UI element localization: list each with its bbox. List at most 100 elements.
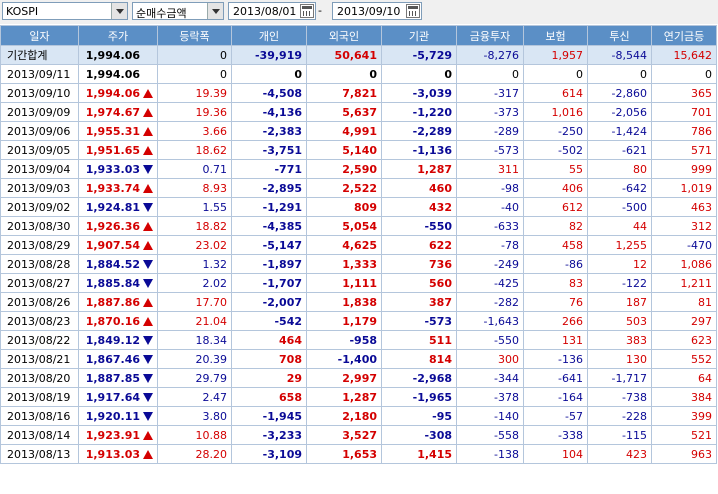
table-header-row: 일자 주가 등락폭 개인 외국인 기관 금융투자 보험 투신 연기금등 [0, 25, 717, 46]
table-row[interactable]: 2013/08/30 1,926.36 18.82 -4,385 5,054 -550 -6… [0, 216, 717, 236]
change-cell: 10.88 [157, 425, 232, 445]
column-header-foreign[interactable]: 외국인 [306, 25, 382, 46]
insur-cell: 55 [523, 159, 588, 179]
table-row[interactable]: 2013/09/04 1,933.03 0.71 -771 2,590 1,287 311 5… [0, 159, 717, 179]
up-triangle-icon [143, 221, 153, 231]
table-row[interactable]: 2013/08/14 1,923.91 10.88 -3,233 3,527 -308 -5… [0, 425, 717, 445]
insur-cell: 83 [523, 273, 588, 293]
price-value: 1,926.36 [85, 219, 140, 233]
table-row[interactable]: 2013/08/16 1,920.11 3.80 -1,945 2,180 -95 -140… [0, 406, 717, 426]
pension-cell: 365 [651, 83, 717, 103]
date-cell: 2013/08/20 [0, 368, 79, 388]
trust-cell: 0 [587, 64, 652, 84]
chevron-down-icon[interactable] [207, 3, 223, 19]
date-cell: 2013/08/23 [0, 311, 79, 331]
inst-cell: -1,220 [381, 102, 457, 122]
table-row[interactable]: 2013/08/27 1,885.84 2.02 -1,707 1,111 560 -425… [0, 273, 717, 293]
pension-cell: 1,211 [651, 273, 717, 293]
table-row[interactable]: 2013/09/02 1,924.81 1.55 -1,291 809 432 -40 612… [0, 197, 717, 217]
indiv-cell: -1,945 [231, 406, 307, 426]
end-date-value: 2013/09/10 [337, 5, 401, 18]
market-select[interactable]: KOSPI [2, 2, 128, 20]
foreign-cell: 2,180 [306, 406, 382, 426]
end-date-field[interactable]: 2013/09/10 [332, 2, 422, 20]
table-row[interactable]: 2013/08/19 1,917.64 2.47 658 1,287 -1,965 -378… [0, 387, 717, 407]
price-value: 1,885.84 [85, 276, 140, 290]
chevron-down-icon[interactable] [111, 3, 127, 19]
column-header-fininv[interactable]: 금융투자 [456, 25, 524, 46]
trust-cell: -738 [587, 387, 652, 407]
trust-cell: -2,860 [587, 83, 652, 103]
table-row[interactable]: 2013/08/22 1,849.12 18.34 464 -958 511 -550 131… [0, 330, 717, 350]
fininv-cell: -373 [456, 102, 524, 122]
price-cell: 1,907.54 [78, 235, 158, 255]
column-header-insur[interactable]: 보험 [523, 25, 588, 46]
column-header-pension[interactable]: 연기금등 [651, 25, 717, 46]
price-cell: 1,933.74 [78, 178, 158, 198]
table-row[interactable]: 2013/09/11 1,994.06 0 0 0 0 0 0 0 0 [0, 64, 717, 84]
insur-cell: 458 [523, 235, 588, 255]
price-value: 1,907.54 [85, 238, 140, 252]
indiv-cell: -5,147 [231, 235, 307, 255]
table-row[interactable]: 2013/09/10 1,994.06 19.39 -4,508 7,821 -3,039… [0, 83, 717, 103]
table-row[interactable]: 2013/09/09 1,974.67 19.36 -4,136 5,637 -1,220… [0, 102, 717, 122]
table-row[interactable]: 2013/08/26 1,887.86 17.70 -2,007 1,838 387 -28… [0, 292, 717, 312]
change-cell: 18.82 [157, 216, 232, 236]
date-cell: 2013/08/26 [0, 292, 79, 312]
foreign-cell: 1,111 [306, 273, 382, 293]
inst-cell: -1,965 [381, 387, 457, 407]
price-value: 1,887.85 [85, 371, 140, 385]
table-row[interactable]: 2013/08/13 1,913.03 28.20 -3,109 1,653 1,415-… [0, 444, 717, 464]
fininv-cell: -317 [456, 83, 524, 103]
table-row[interactable]: 2013/08/21 1,867.46 20.39 708 -1,400 814 300 -1… [0, 349, 717, 369]
summary-row[interactable]: 기간합계 1,994.06 0 -39,919 50,641 -5,729 -8,276 1,… [0, 45, 717, 65]
table-row[interactable]: 2013/09/05 1,951.65 18.62 -3,751 5,140 -1,136… [0, 140, 717, 160]
trust-cell: -500 [587, 197, 652, 217]
column-header-indiv[interactable]: 개인 [231, 25, 307, 46]
pension-cell: 701 [651, 102, 717, 122]
foreign-cell: 1,179 [306, 311, 382, 331]
price-cell: 1,884.52 [78, 254, 158, 274]
column-header-inst[interactable]: 기관 [381, 25, 457, 46]
price-value: 1,955.31 [85, 124, 140, 138]
inst-cell: 387 [381, 292, 457, 312]
price-value: 1,933.74 [85, 181, 140, 195]
fininv-cell: -40 [456, 197, 524, 217]
inst-cell: -308 [381, 425, 457, 445]
trust-cell: 44 [587, 216, 652, 236]
foreign-cell: 2,997 [306, 368, 382, 388]
table-row[interactable]: 2013/08/29 1,907.54 23.02 -5,147 4,625 622 -78… [0, 235, 717, 255]
fininv-cell: 300 [456, 349, 524, 369]
column-header-price[interactable]: 주가 [78, 25, 158, 46]
column-header-date[interactable]: 일자 [0, 25, 79, 46]
price-value: 1,849.12 [85, 333, 140, 347]
indiv-cell: -1,707 [231, 273, 307, 293]
insur-cell: -641 [523, 368, 588, 388]
date-cell: 2013/09/05 [0, 140, 79, 160]
table-row[interactable]: 2013/09/06 1,955.31 3.66 -2,383 4,991 -2,289-… [0, 121, 717, 141]
column-header-change[interactable]: 등락폭 [157, 25, 232, 46]
table-row[interactable]: 2013/08/28 1,884.52 1.32 -1,897 1,333 736 -249… [0, 254, 717, 274]
price-value: 1,974.67 [85, 105, 140, 119]
down-triangle-icon [143, 335, 153, 345]
foreign-cell: 5,054 [306, 216, 382, 236]
up-triangle-icon [143, 145, 153, 155]
pension-cell: 571 [651, 140, 717, 160]
indiv-cell: 0 [231, 64, 307, 84]
start-date-field[interactable]: 2013/08/01 [228, 2, 316, 20]
indiv-cell: -3,751 [231, 140, 307, 160]
table-row[interactable]: 2013/08/20 1,887.85 29.79 29 2,997 -2,968 -344… [0, 368, 717, 388]
calendar-icon[interactable] [300, 4, 314, 18]
table-row[interactable]: 2013/08/23 1,870.16 21.04 -542 1,179 -573 -1,6… [0, 311, 717, 331]
pension-cell: 623 [651, 330, 717, 350]
indiv-cell: -2,007 [231, 292, 307, 312]
table-row[interactable]: 2013/09/03 1,933.74 8.93 -2,895 2,522 460 -98 4… [0, 178, 717, 198]
down-triangle-icon [143, 392, 153, 402]
indiv-cell: -3,109 [231, 444, 307, 464]
calendar-icon[interactable] [406, 4, 420, 18]
metric-select[interactable]: 순매수금액 [132, 2, 224, 20]
column-header-trust[interactable]: 투신 [587, 25, 652, 46]
market-select-value: KOSPI [6, 5, 39, 18]
inst-cell: -5,729 [381, 45, 457, 65]
trust-cell: 187 [587, 292, 652, 312]
